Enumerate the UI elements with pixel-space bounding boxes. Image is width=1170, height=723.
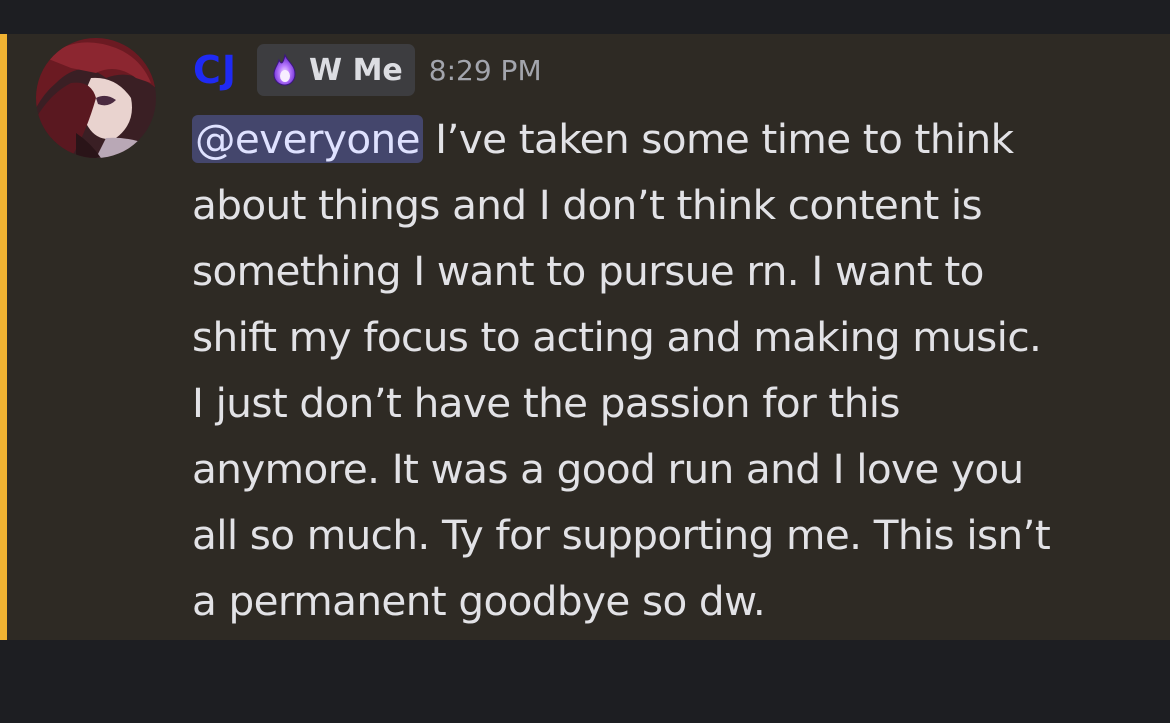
message-line: a permanent goodbye so dw.: [192, 577, 766, 625]
message[interactable]: CJ W Me 8:29 PM @everyone I’ve taken som…: [0, 34, 1170, 640]
mention-highlight-bar: [0, 34, 7, 640]
avatar-image: [36, 38, 156, 158]
previous-message-area: [0, 0, 1170, 34]
message-line: I just don’t have the passion for this: [192, 379, 901, 427]
message-line: something I want to pursue rn. I want to: [192, 247, 984, 295]
chat-view: CJ W Me 8:29 PM @everyone I’ve taken som…: [0, 0, 1170, 723]
everyone-mention[interactable]: @everyone: [192, 115, 423, 163]
message-timestamp[interactable]: 8:29 PM: [429, 54, 542, 87]
author-name[interactable]: CJ: [193, 48, 237, 92]
avatar[interactable]: [36, 38, 156, 158]
message-line: @everyone I’ve taken some time to think: [192, 106, 1152, 172]
message-content: @everyone I’ve taken some time to think …: [192, 106, 1152, 634]
message-line: all so much. Ty for supporting me. This …: [192, 511, 1051, 559]
next-message-area: [0, 640, 1170, 723]
role-tag[interactable]: W Me: [257, 44, 415, 96]
purple-flame-icon: [267, 52, 303, 88]
message-header: CJ W Me 8:29 PM: [193, 42, 542, 98]
message-line: anymore. It was a good run and I love yo…: [192, 445, 1024, 493]
message-line-text: I’ve taken some time to think: [422, 115, 1014, 163]
message-line: shift my focus to acting and making musi…: [192, 313, 1042, 361]
message-line: about things and I don’t think content i…: [192, 181, 983, 229]
role-label: W Me: [309, 52, 403, 88]
